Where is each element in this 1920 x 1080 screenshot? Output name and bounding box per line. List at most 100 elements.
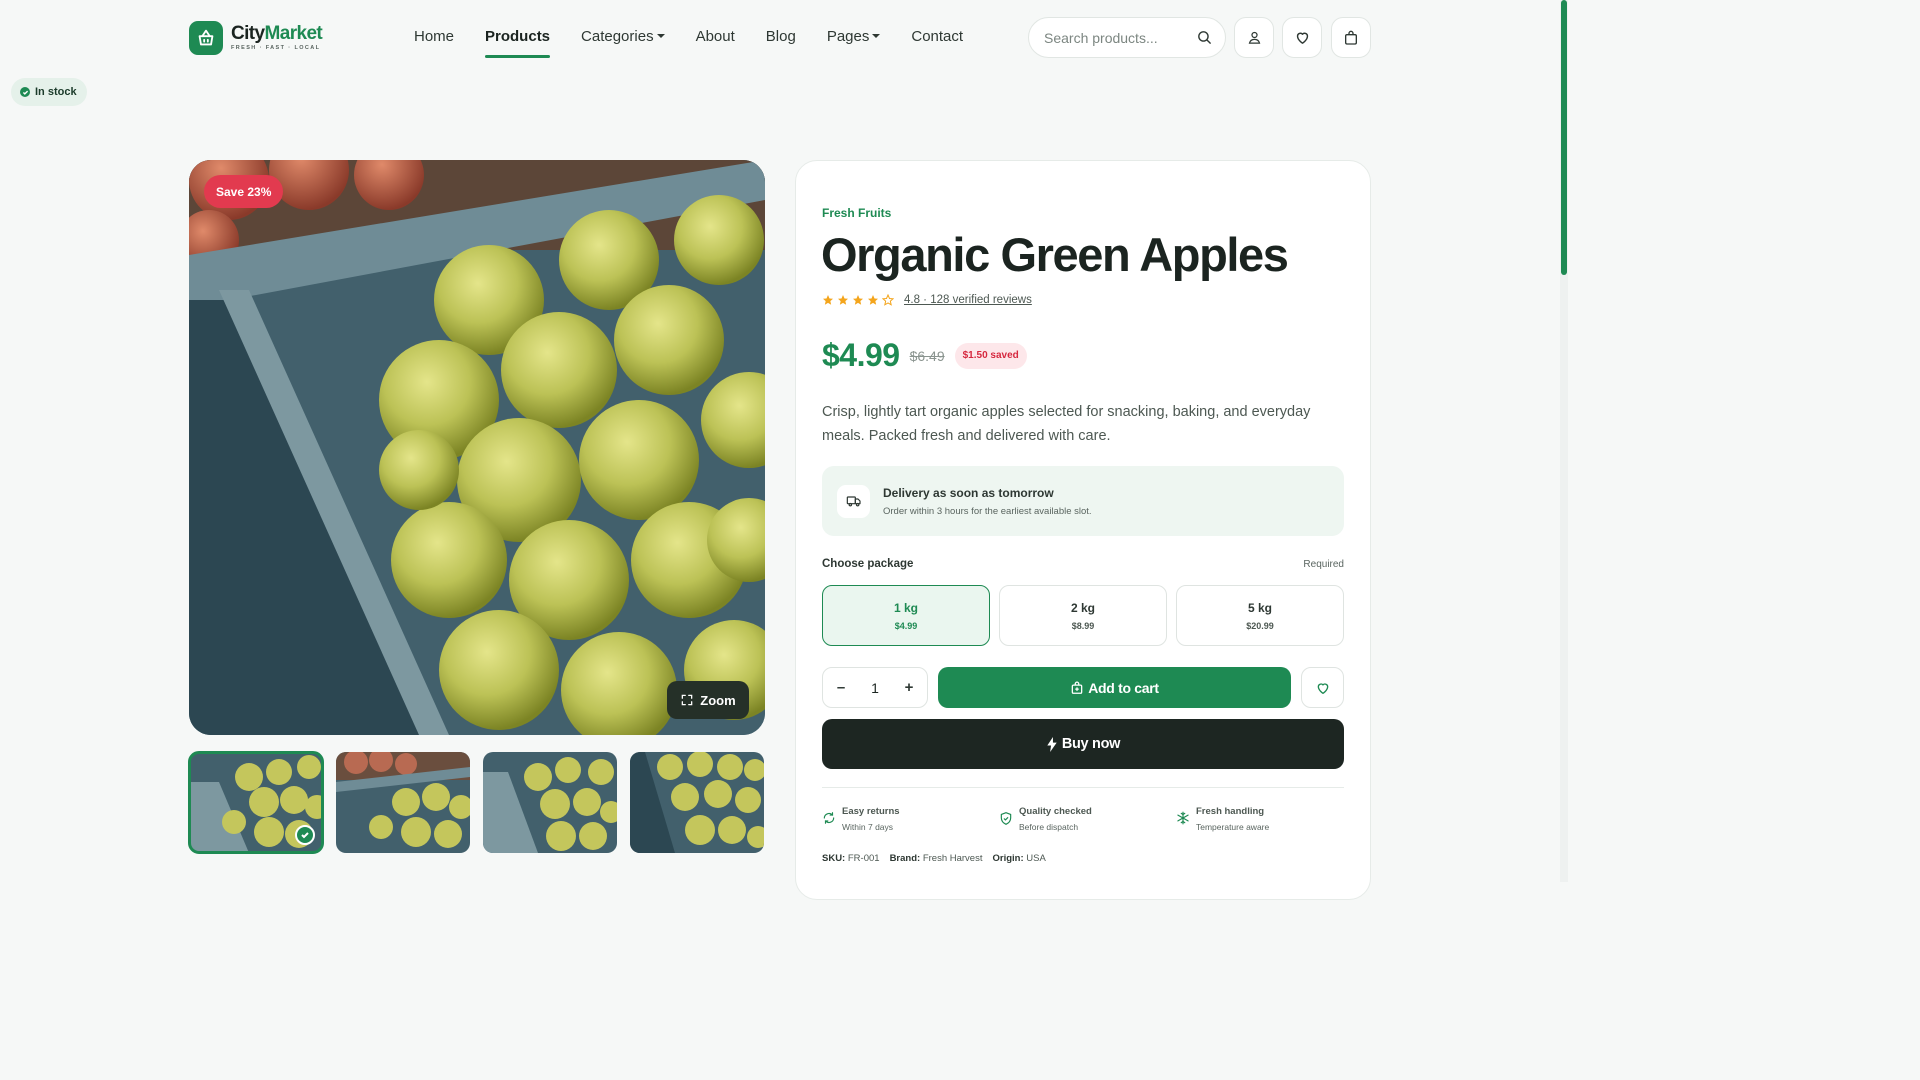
zoom-label: Zoom: [700, 692, 736, 708]
star-icon: [853, 295, 863, 305]
stock-status-badge: In stock: [11, 78, 87, 106]
package-option-1kg[interactable]: 1 kg $4.99: [822, 585, 990, 646]
heart-icon: [1317, 682, 1328, 694]
shopping-bag-icon: [1345, 30, 1357, 45]
package-label: Choose package: [822, 558, 914, 570]
check-circle-icon: [20, 87, 30, 97]
saved-badge: $1.50 saved: [954, 342, 1027, 369]
nav-categories[interactable]: Categories: [581, 27, 665, 45]
feature-title: Quality checked: [1019, 806, 1092, 817]
product-category[interactable]: Fresh Fruits: [822, 206, 891, 220]
stock-status-text: In stock: [35, 86, 77, 98]
add-to-cart-label: Add to cart: [1088, 679, 1159, 696]
nav-about[interactable]: About: [696, 27, 735, 45]
star-icon: [868, 295, 878, 305]
logo-text: CityMarket FRESH · FAST · LOCAL: [231, 23, 323, 52]
search-icon[interactable]: [1196, 29, 1213, 51]
product-title: Organic Green Apples: [821, 228, 1289, 281]
divider: [822, 787, 1344, 788]
quantity-decrease-button[interactable]: –: [836, 679, 846, 696]
site-header: CityMarket FRESH · FAST · LOCAL Home Pro…: [0, 0, 1560, 74]
delivery-subtitle: Order within 3 hours for the earliest av…: [883, 505, 1092, 517]
product-description: Crisp, lightly tart organic apples selec…: [822, 404, 1311, 444]
product-info-card: Fresh Fruits Organic Green Apples 4.8 · …: [795, 160, 1371, 900]
scrollbar-thumb[interactable]: [1561, 0, 1567, 275]
main-product-image[interactable]: Save 23% Zoom: [189, 160, 765, 735]
feature-title: Fresh handling: [1196, 806, 1265, 817]
thumbnail-2[interactable]: [336, 752, 470, 853]
feature-subtitle: Before dispatch: [1019, 822, 1079, 832]
nav-categories-label: Categories: [581, 27, 654, 45]
logo[interactable]: CityMarket FRESH · FAST · LOCAL: [189, 21, 323, 55]
product-meta: SKU: FR-001 Brand: Fresh Harvest Origin:…: [822, 853, 1056, 864]
price-row: $4.99 $6.49 $1.50 saved: [822, 337, 1027, 374]
thumbnail-strip: [188, 751, 777, 854]
buy-now-button[interactable]: Buy now: [822, 719, 1344, 769]
feature-fresh-handling: Fresh handling Temperature aware: [1176, 806, 1353, 832]
star-icon: [823, 295, 833, 305]
nav-products[interactable]: Products: [485, 27, 551, 58]
search-box: [1028, 17, 1226, 58]
package-name: 5 kg: [1247, 600, 1272, 615]
apples-crate-image: [189, 160, 765, 735]
lightning-icon: [1047, 736, 1057, 752]
wishlist-button[interactable]: [1282, 17, 1322, 58]
page-scrollbar[interactable]: [1560, 0, 1568, 882]
feature-easy-returns: Easy returns Within 7 days: [822, 806, 999, 832]
package-option-5kg[interactable]: 5 kg $20.99: [1176, 585, 1344, 646]
logo-name: CityMarket: [231, 23, 323, 44]
brand: Brand: Fresh Harvest: [889, 853, 983, 864]
package-name: 2 kg: [1070, 600, 1095, 615]
quantity-stepper: – 1 +: [822, 667, 928, 708]
account-button[interactable]: [1234, 17, 1274, 58]
star-outline-icon: [882, 294, 894, 306]
feature-subtitle: Temperature aware: [1196, 822, 1270, 832]
thumbnail-image: [336, 752, 470, 853]
old-price: $6.49: [909, 347, 945, 364]
nav-blog[interactable]: Blog: [766, 27, 796, 45]
caret-down-icon: [872, 34, 881, 38]
shield-check-icon: [1000, 812, 1012, 825]
snowflake-icon: [1177, 811, 1189, 825]
delivery-title: Delivery as soon as tomorrow: [883, 485, 1054, 500]
feature-title: Easy returns: [842, 806, 900, 817]
cart-button[interactable]: [1331, 17, 1371, 58]
add-to-wishlist-button[interactable]: [1301, 667, 1344, 708]
caret-down-icon: [656, 34, 665, 38]
thumbnail-4[interactable]: [630, 752, 764, 853]
user-icon: [1248, 31, 1260, 44]
nav-home[interactable]: Home: [414, 27, 454, 45]
thumbnail-3[interactable]: [483, 752, 617, 853]
thumbnail-1[interactable]: [188, 751, 324, 854]
search-input[interactable]: [1044, 29, 1194, 46]
package-option-2kg[interactable]: 2 kg $8.99: [999, 585, 1167, 646]
check-icon: [295, 825, 315, 845]
thumbnail-image: [483, 752, 617, 853]
thumbnail-image: [630, 752, 764, 853]
package-name: 1 kg: [893, 600, 918, 615]
nav-contact[interactable]: Contact: [911, 27, 963, 45]
logo-tagline: FRESH · FAST · LOCAL: [231, 45, 321, 51]
add-to-cart-button[interactable]: Add to cart: [938, 667, 1291, 708]
package-price: $4.99: [894, 620, 918, 631]
product-rating: 4.8 · 128 verified reviews: [822, 294, 1032, 306]
delivery-info: Delivery as soon as tomorrow Order withi…: [822, 466, 1344, 536]
feature-list: Easy returns Within 7 days Quality check…: [822, 806, 1353, 832]
star-icon: [838, 295, 848, 305]
zoom-button[interactable]: Zoom: [667, 681, 749, 719]
nav-pages[interactable]: Pages: [827, 27, 881, 45]
save-badge: Save 23%: [204, 175, 284, 208]
package-required: Required: [1303, 559, 1344, 570]
truck-icon: [837, 484, 870, 518]
reviews-link[interactable]: 4.8 · 128 verified reviews: [904, 294, 1032, 306]
quantity-increase-button[interactable]: +: [904, 679, 914, 696]
package-price: $20.99: [1246, 620, 1274, 631]
current-price: $4.99: [822, 337, 900, 373]
bag-plus-icon: [1071, 681, 1083, 694]
package-price: $8.99: [1071, 620, 1095, 631]
quantity-value[interactable]: 1: [871, 680, 879, 696]
basket-icon: [189, 21, 223, 55]
buy-now-label: Buy now: [1061, 736, 1121, 752]
origin: Origin: USA: [992, 853, 1046, 864]
sku: SKU: FR-001: [822, 853, 880, 864]
